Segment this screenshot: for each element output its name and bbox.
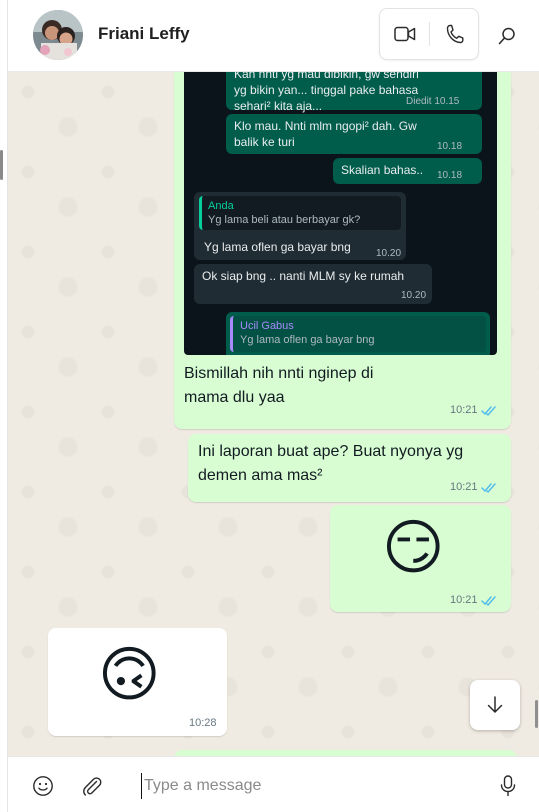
message-meta: 10:21 [450, 594, 497, 606]
message-emoji: 🙃 [98, 640, 161, 710]
screenshot-message-meta: Diedit 10.15 [406, 96, 460, 107]
screenshot-message-text: Kan nnti yg mau dibikin, gw sendiri yg b… [234, 72, 419, 113]
search-button[interactable] [491, 20, 523, 52]
message-emoji: 😏 [382, 513, 445, 583]
double-check-icon [480, 595, 496, 606]
screenshot-message-meta: 10.18 [437, 170, 463, 181]
message-image-bubble[interactable]: Kan nnti yg mau dibikin, gw sendiri yg b… [174, 72, 511, 429]
search-icon [498, 27, 515, 45]
contact-avatar[interactable] [33, 10, 83, 60]
call-button-group [379, 8, 479, 60]
message-time: 10:21 [450, 481, 478, 493]
screenshot-quote-name: Ucil Gabus [240, 320, 294, 332]
message-composer [8, 756, 539, 812]
message-emoji-bubble[interactable]: 😏 10:21 [330, 505, 511, 612]
message-time: 10:21 [450, 594, 478, 606]
screenshot-quote-text: Yg lama beli atau berbayar gk? [208, 214, 361, 226]
screenshot-quote-name: Anda [208, 200, 234, 212]
chat-header: Friani Leffy [8, 0, 539, 72]
attach-icon [83, 777, 102, 796]
message-time: 10:28 [189, 717, 217, 729]
window-left-edge [0, 0, 8, 812]
scroll-to-bottom-button[interactable] [470, 680, 520, 730]
screenshot-message-text: Ok siap bng .. nanti MLM sy ke rumah [202, 269, 405, 283]
chat-area[interactable]: Kan nnti yg mau dibikin, gw sendiri yg b… [8, 72, 539, 756]
message-meta: 10:21 [450, 481, 497, 493]
message-bubble[interactable]: Ini laporan buat ape? Buat nyonya yg dem… [188, 434, 511, 502]
message-time: 10:21 [450, 404, 478, 416]
incoming-emoji-bubble[interactable]: 🙃 10:28 [48, 628, 227, 736]
message-meta: 10:21 [450, 404, 497, 416]
double-check-icon [480, 405, 496, 416]
screenshot-message-meta: 10.20 [401, 290, 427, 301]
message-text-line: mama dlu yaa [184, 389, 285, 406]
left-scroll-tick [0, 150, 3, 180]
video-call-icon [393, 26, 415, 42]
message-input[interactable] [141, 773, 491, 799]
screenshot-message-meta: 10.20 [376, 248, 402, 259]
emoji-icon [33, 776, 53, 796]
message-text-line: Bismillah nih nnti nginep di [184, 365, 374, 382]
double-check-icon [480, 482, 496, 493]
contact-name[interactable]: Friani Leffy [98, 24, 190, 44]
screenshot-quote-text: Yg lama oflen ga bayar bng [240, 334, 375, 346]
voice-call-icon [446, 24, 463, 44]
screenshot-message-meta: 10.18 [437, 141, 463, 152]
microphone-icon [500, 775, 516, 797]
voice-message-button[interactable] [495, 773, 521, 799]
video-call-button[interactable] [380, 9, 429, 59]
message-text-line: Ini laporan buat ape? Buat nyonya yg [198, 443, 464, 460]
message-text-line: demen ama mas² [198, 467, 323, 484]
emoji-button[interactable] [30, 773, 56, 799]
chat-scrollbar[interactable] [535, 700, 538, 728]
attach-button[interactable] [79, 773, 105, 799]
screenshot-message: Ok siap bng .. nanti MLM sy ke rumah [194, 264, 432, 304]
message-meta: 10:28 [189, 717, 217, 729]
arrow-down-icon [487, 696, 503, 713]
screenshot-message-text: Yg lama oflen ga bayar bng [204, 240, 351, 254]
voice-call-button[interactable] [430, 9, 479, 59]
message-image-screenshot[interactable]: Kan nnti yg mau dibikin, gw sendiri yg b… [184, 72, 497, 355]
screenshot-message-text: Klo mau. Nnti mlm ngopi² dah. Gw balik k… [234, 119, 417, 149]
